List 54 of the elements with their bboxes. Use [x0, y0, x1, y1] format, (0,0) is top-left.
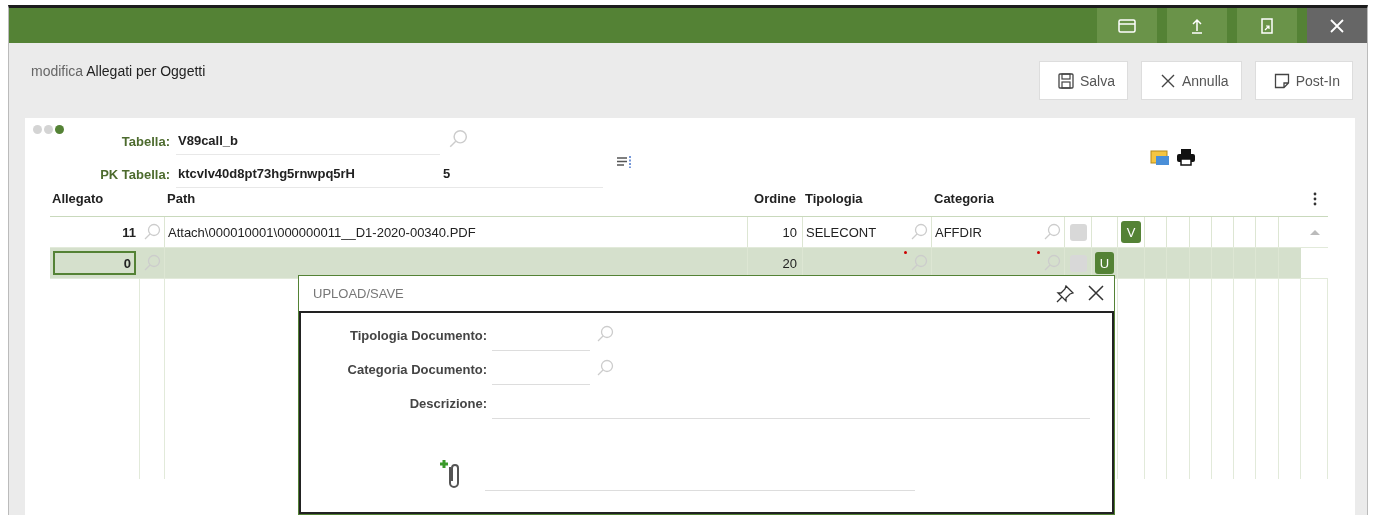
status-badge[interactable]: U: [1095, 252, 1114, 274]
input-field[interactable]: 0: [53, 251, 136, 275]
document-icon: [1261, 17, 1273, 34]
printer-icon[interactable]: [1176, 148, 1196, 166]
column-header: Allegato: [51, 190, 105, 208]
pin-icon[interactable]: [1056, 284, 1074, 303]
close-icon[interactable]: [1088, 284, 1104, 301]
cancel-button[interactable]: Annulla: [1140, 61, 1242, 100]
window-icon: [1118, 18, 1136, 33]
close-icon: [1329, 17, 1345, 34]
bookmark-button[interactable]: [1237, 8, 1297, 43]
table-row[interactable]: 11 Attach\000010001\000000011__D1-2020-00340.PDF 10 SELECONT AFFDIR V: [50, 217, 1328, 248]
search-icon[interactable]: [910, 223, 928, 241]
table-cell: 20: [782, 255, 797, 271]
column-header: Path: [166, 190, 197, 208]
search-icon[interactable]: [596, 359, 614, 377]
field-label: PK Tabella:: [99, 167, 171, 184]
note-button[interactable]: Post-In: [1254, 61, 1353, 100]
search-icon[interactable]: [1043, 223, 1061, 241]
window-button[interactable]: [1097, 8, 1157, 43]
save-icon: [1057, 72, 1074, 89]
column-header: Ordine: [753, 190, 797, 208]
table-cell: Attach\000010001\000000011__D1-2020-00340.PDF: [168, 224, 476, 240]
field-label: Categoria Documento:: [346, 362, 487, 379]
save-button[interactable]: Salva: [1038, 61, 1128, 100]
field-label: Tabella:: [120, 134, 171, 151]
field-value: 5: [440, 166, 603, 188]
table-cell-text: AFFDIR: [935, 224, 983, 240]
table-row[interactable]: 0 20 U: [50, 248, 1328, 279]
list-settings-icon[interactable]: [617, 156, 633, 168]
upload-icon: [1190, 17, 1204, 34]
scroll-up-icon[interactable]: [1308, 228, 1321, 236]
page-title: modifica Allegati per Oggetti: [31, 63, 206, 79]
more-icon[interactable]: [1312, 191, 1317, 207]
dialog-title: UPLOAD/SAVE: [313, 286, 405, 301]
close-button[interactable]: [1307, 8, 1367, 43]
table-cell: 11: [122, 224, 136, 240]
field-value: ktcvlv40d8pt73hg5rnwpq5rH: [176, 166, 440, 188]
table-cell: 10: [782, 224, 797, 240]
search-icon[interactable]: [143, 223, 161, 241]
column-header: Tipologia: [804, 190, 864, 208]
close-icon: [1159, 72, 1176, 89]
status-badge[interactable]: V: [1121, 221, 1141, 243]
column-header: Categoria: [933, 190, 995, 208]
note-icon: [1273, 72, 1290, 89]
checkbox[interactable]: [1069, 223, 1087, 241]
search-icon[interactable]: [596, 325, 614, 343]
folder-icon[interactable]: [1150, 148, 1170, 166]
upload-button[interactable]: [1167, 8, 1227, 43]
field-label: Descrizione:: [408, 396, 487, 413]
field-value: V89call_b: [176, 133, 440, 155]
search-icon[interactable]: [448, 128, 468, 149]
field-label: Tipologia Documento:: [349, 328, 487, 345]
table-cell-text: SELECONT: [806, 224, 878, 240]
